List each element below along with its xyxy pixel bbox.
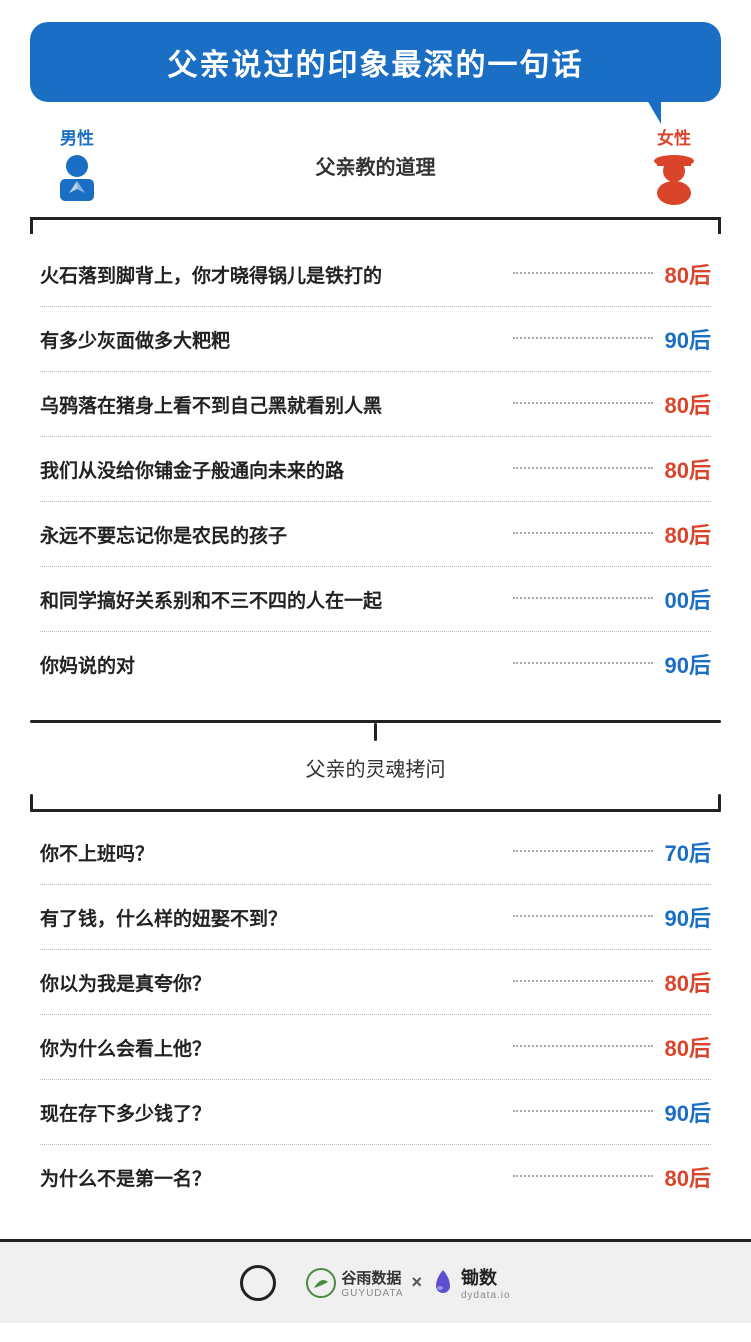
separator: × [411, 1272, 422, 1293]
footer-logos: 谷雨数据 GUYUDATA × 锄数 dydata.io [306, 1264, 510, 1301]
dydata-name: 锄数 [461, 1264, 511, 1290]
section-center-title: 父亲教的道理 [316, 151, 436, 180]
guyu-icon [306, 1268, 336, 1298]
item-text: 你为什么会看上他？ [40, 1034, 503, 1061]
list-item: 你为什么会看上他？ 80后 [40, 1015, 711, 1080]
item-tag: 70后 [663, 836, 711, 868]
item-dots [513, 272, 653, 274]
dydata-logo: 锄数 dydata.io [430, 1264, 511, 1301]
item-dots [513, 337, 653, 339]
item-text: 和同学搞好关系别和不三不四的人在一起 [40, 586, 503, 613]
item-text: 你不上班吗？ [40, 839, 503, 866]
female-icon [647, 153, 701, 207]
header-title: 父亲说过的印象最深的一句话 [50, 40, 701, 84]
gender-row: 男性 父亲教的道理 女性 [0, 102, 751, 217]
list-item: 你以为我是真夸你？ 80后 [40, 950, 711, 1015]
list-item: 乌鸦落在猪身上看不到自己黑就看别人黑 80后 [40, 372, 711, 437]
item-tag: 90后 [663, 1096, 711, 1128]
male-section: 男性 [50, 124, 104, 207]
item-dots [513, 662, 653, 664]
dydata-sub: dydata.io [461, 1290, 511, 1301]
list-item: 你妈说的对 90后 [40, 632, 711, 696]
item-tag: 80后 [663, 388, 711, 420]
list-item: 和同学搞好关系别和不三不四的人在一起 00后 [40, 567, 711, 632]
item-text: 乌鸦落在猪身上看不到自己黑就看别人黑 [40, 391, 503, 418]
item-text: 为什么不是第一名？ [40, 1164, 503, 1191]
item-dots [513, 532, 653, 534]
footer-circle-icon [240, 1265, 276, 1301]
list-item: 为什么不是第一名？ 80后 [40, 1145, 711, 1209]
item-text: 现在存下多少钱了？ [40, 1099, 503, 1126]
item-tag: 90后 [663, 901, 711, 933]
top-bracket [30, 217, 721, 234]
item-tag: 80后 [663, 1161, 711, 1193]
guyu-name: 谷雨数据 [341, 1267, 401, 1288]
item-dots [513, 1175, 653, 1177]
item-dots [513, 980, 653, 982]
guyu-logo: 谷雨数据 GUYUDATA [306, 1267, 403, 1299]
section2-title: 父亲的灵魂拷问 [306, 741, 446, 794]
list-item: 火石落到脚背上，你才晓得锅儿是铁打的 80后 [40, 242, 711, 307]
dydata-icon [430, 1268, 456, 1298]
item-dots [513, 1045, 653, 1047]
item-tag: 90后 [663, 648, 711, 680]
list-item: 有了钱，什么样的妞娶不到？ 90后 [40, 885, 711, 950]
item-dots [513, 1110, 653, 1112]
header-bubble: 父亲说过的印象最深的一句话 [30, 22, 721, 102]
item-tag: 80后 [663, 518, 711, 550]
item-tag: 90后 [663, 323, 711, 355]
guyu-sub: GUYUDATA [341, 1288, 403, 1299]
section2-divider: 父亲的灵魂拷问 [30, 720, 721, 812]
female-label: 女性 [657, 124, 691, 149]
item-tag: 80后 [663, 453, 711, 485]
item-tag: 00后 [663, 583, 711, 615]
list-item: 有多少灰面做多大粑粑 90后 [40, 307, 711, 372]
female-section: 女性 [647, 124, 701, 207]
item-text: 你妈说的对 [40, 651, 503, 678]
list-item: 永远不要忘记你是农民的孩子 80后 [40, 502, 711, 567]
item-dots [513, 402, 653, 404]
item-text: 有了钱，什么样的妞娶不到？ [40, 904, 503, 931]
item-text: 火石落到脚背上，你才晓得锅儿是铁打的 [40, 261, 503, 288]
section2-items: 你不上班吗？70后有了钱，什么样的妞娶不到？90后你以为我是真夸你？80后你为什… [0, 812, 751, 1219]
item-tag: 80后 [663, 1031, 711, 1063]
male-icon [50, 153, 104, 207]
item-dots [513, 915, 653, 917]
item-dots [513, 597, 653, 599]
item-dots [513, 467, 653, 469]
item-tag: 80后 [663, 258, 711, 290]
item-dots [513, 850, 653, 852]
item-text: 我们从没给你铺金子般通向未来的路 [40, 456, 503, 483]
section1-items: 火石落到脚背上，你才晓得锅儿是铁打的80后有多少灰面做多大粑粑90后乌鸦落在猪身… [0, 234, 751, 706]
item-text: 你以为我是真夸你？ [40, 969, 503, 996]
item-tag: 80后 [663, 966, 711, 998]
item-text: 永远不要忘记你是农民的孩子 [40, 521, 503, 548]
footer: 谷雨数据 GUYUDATA × 锄数 dydata.io [0, 1239, 751, 1323]
item-text: 有多少灰面做多大粑粑 [40, 326, 503, 353]
list-item: 你不上班吗？ 70后 [40, 820, 711, 885]
male-label: 男性 [60, 124, 94, 149]
list-item: 我们从没给你铺金子般通向未来的路 80后 [40, 437, 711, 502]
list-item: 现在存下多少钱了？ 90后 [40, 1080, 711, 1145]
